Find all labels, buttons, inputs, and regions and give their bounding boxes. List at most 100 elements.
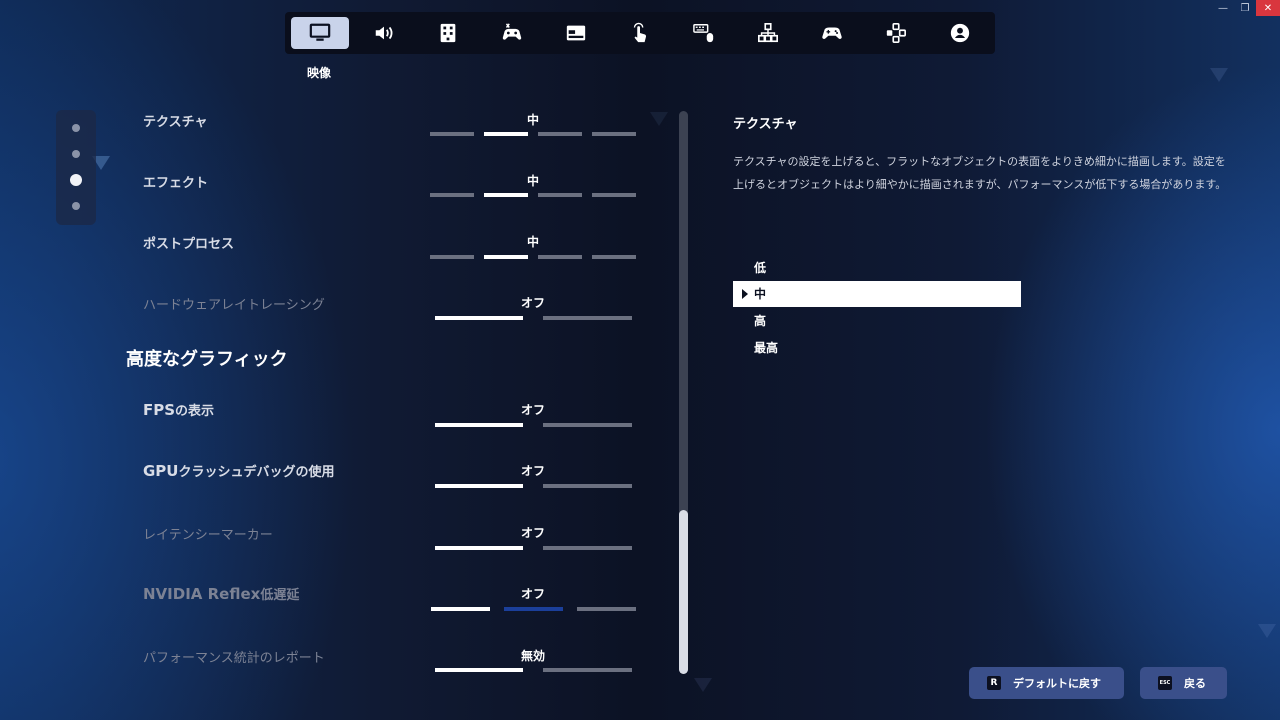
toggle-segment[interactable] [543, 423, 632, 427]
decor-triangle [1258, 624, 1276, 638]
toggle-segment-active[interactable] [435, 484, 523, 488]
setting-label-strong: NVIDIA Reflex [143, 585, 261, 603]
setting-label: パフォーマンス統計のレポート [143, 651, 325, 666]
back-label: 戻る [1184, 677, 1206, 690]
toggle-segment[interactable] [543, 546, 632, 550]
setting-label: テクスチャ [143, 115, 208, 130]
nav-tab-network[interactable] [739, 17, 797, 49]
setting-label-strong: FPS [143, 401, 176, 419]
toggle-segment[interactable] [543, 668, 632, 672]
setting-value: 中 [526, 174, 539, 188]
nav-tab-accessibility[interactable] [419, 17, 477, 49]
level-segment[interactable] [430, 255, 474, 259]
level-segment[interactable] [592, 255, 636, 259]
setting-value: オフ [520, 526, 545, 540]
close-icon[interactable]: ✕ [1256, 0, 1280, 16]
setting-label: ポストプロセス [143, 237, 235, 252]
monitor-icon [309, 23, 331, 41]
decor-triangle [694, 678, 712, 692]
setting-label-rest: の表示 [175, 404, 215, 419]
option-high[interactable]: 高 [733, 308, 1021, 334]
setting-value: オフ [520, 464, 545, 478]
setting-label: エフェクト [143, 176, 209, 191]
setting-value: オフ [520, 296, 545, 310]
toggle-segment-active[interactable] [435, 316, 523, 320]
page-dot-current[interactable] [70, 174, 82, 186]
option-label: 中 [754, 287, 767, 301]
option-low[interactable]: 低 [733, 255, 1021, 281]
option-medium-selected[interactable]: 中 [733, 281, 1021, 307]
nav-tab-account[interactable] [931, 17, 989, 49]
setting-label-rest: 低遅延 [260, 588, 300, 603]
nav-tab-controller-settings[interactable] [483, 17, 541, 49]
touch-icon [633, 22, 646, 43]
setting-value: 中 [526, 113, 539, 127]
setting-value: 無効 [520, 649, 545, 663]
restore-icon[interactable]: ❐ [1234, 0, 1256, 16]
account-icon [950, 23, 970, 43]
minimize-icon[interactable]: — [1212, 0, 1234, 16]
decor-triangle [650, 112, 668, 126]
page-dot[interactable] [72, 124, 80, 132]
level-segment-active[interactable] [484, 132, 528, 136]
toggle-segment[interactable] [543, 316, 632, 320]
nav-tab-keyboard-mouse[interactable] [675, 17, 733, 49]
toggle-segment-active[interactable] [435, 546, 523, 550]
description-body: テクスチャの設定を上げると、フラットなオブジェクトの表面をよりきめ細かに描画しま… [733, 155, 1227, 191]
setting-label: ハードウェアレイトレーシング [143, 298, 325, 313]
reset-defaults-label: デフォルトに戻す [1013, 677, 1101, 690]
keyboard-mouse-icon [693, 24, 714, 43]
setting-label-strong: GPU [143, 462, 179, 480]
level-segment-active[interactable] [484, 193, 528, 197]
nav-tab-touch[interactable] [611, 17, 669, 49]
toggle-segment[interactable] [504, 607, 563, 611]
level-segment[interactable] [538, 255, 582, 259]
key-esc-icon: ESC [1158, 676, 1172, 690]
level-segment[interactable] [538, 132, 582, 136]
decor-triangle [1210, 68, 1228, 82]
speaker-icon [375, 26, 393, 40]
setting-label: NVIDIA Reflex低遅延 [143, 584, 299, 603]
level-segment[interactable] [430, 132, 474, 136]
level-segment[interactable] [592, 132, 636, 136]
level-segment[interactable] [592, 193, 636, 197]
page-dot[interactable] [72, 202, 80, 210]
nav-tab-button-mapping[interactable] [867, 17, 925, 49]
window-hud-icon [566, 25, 586, 41]
nav-tab-video[interactable] [291, 17, 349, 49]
section-title-advanced-graphics: 高度なグラフィック [126, 349, 288, 370]
toggle-segment-active[interactable] [435, 668, 523, 672]
reset-defaults-button[interactable]: R デフォルトに戻す [969, 667, 1124, 699]
page-indicator [56, 110, 96, 225]
setting-label: GPUクラッシュデバッグの使用 [143, 461, 335, 480]
toggle-segment[interactable] [543, 484, 632, 488]
key-r-icon: R [987, 676, 1001, 690]
accessibility-grid-icon [440, 23, 456, 43]
toggle-segment[interactable] [577, 607, 636, 611]
setting-label-rest: クラッシュデバッグの使用 [178, 465, 335, 480]
setting-value: オフ [520, 403, 545, 417]
level-segment[interactable] [538, 193, 582, 197]
nav-tab-audio[interactable] [355, 17, 413, 49]
scrollbar-thumb[interactable] [679, 510, 688, 674]
setting-label: FPSの表示 [143, 400, 214, 419]
active-tab-label: 映像 [306, 66, 331, 80]
toggle-segment-active[interactable] [431, 607, 490, 611]
nav-tab-controller[interactable] [803, 17, 861, 49]
window-controls: — ❐ ✕ [1212, 0, 1280, 16]
setting-label: レイテンシーマーカー [143, 528, 273, 543]
level-segment-active[interactable] [484, 255, 528, 259]
dpad-icon [886, 23, 906, 43]
gamepad-icon [822, 27, 842, 39]
hierarchy-icon [757, 23, 778, 43]
setting-value: 中 [526, 235, 539, 249]
back-button[interactable]: ESC 戻る [1140, 667, 1227, 699]
toggle-segment-active[interactable] [435, 423, 523, 427]
page-dot[interactable] [72, 150, 80, 158]
level-segment[interactable] [430, 193, 474, 197]
controller-settings-icon [502, 23, 522, 40]
settings-category-nav [285, 12, 995, 54]
setting-value: オフ [520, 587, 545, 601]
option-ultra[interactable]: 最高 [733, 335, 1021, 361]
nav-tab-game-ui[interactable] [547, 17, 605, 49]
